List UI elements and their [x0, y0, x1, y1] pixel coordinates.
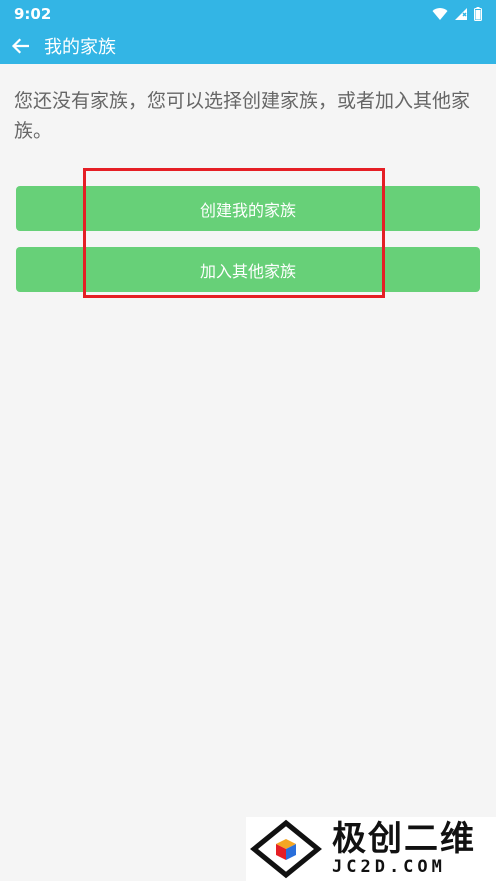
app-bar: 我的家族: [0, 28, 496, 64]
battery-icon: [474, 7, 482, 21]
status-icons: [432, 7, 482, 21]
page-title: 我的家族: [44, 37, 116, 58]
status-time: 9:02: [14, 5, 52, 23]
wifi-icon: [432, 8, 448, 20]
arrow-left-icon: [11, 38, 29, 54]
watermark-logo: [250, 819, 322, 879]
watermark-text: 极创二维 JC2D.COM: [332, 821, 476, 877]
watermark-main-text: 极创二维: [332, 819, 476, 859]
watermark: 极创二维 JC2D.COM: [246, 817, 496, 881]
status-bar: 9:02: [0, 0, 496, 28]
highlight-annotation-box: [83, 168, 385, 298]
no-family-message: 您还没有家族，您可以选择创建家族，或者加入其他家族。: [14, 90, 471, 142]
signal-icon: [455, 8, 467, 20]
back-button[interactable]: [0, 28, 40, 64]
watermark-sub-text: JC2D.COM: [332, 857, 446, 877]
